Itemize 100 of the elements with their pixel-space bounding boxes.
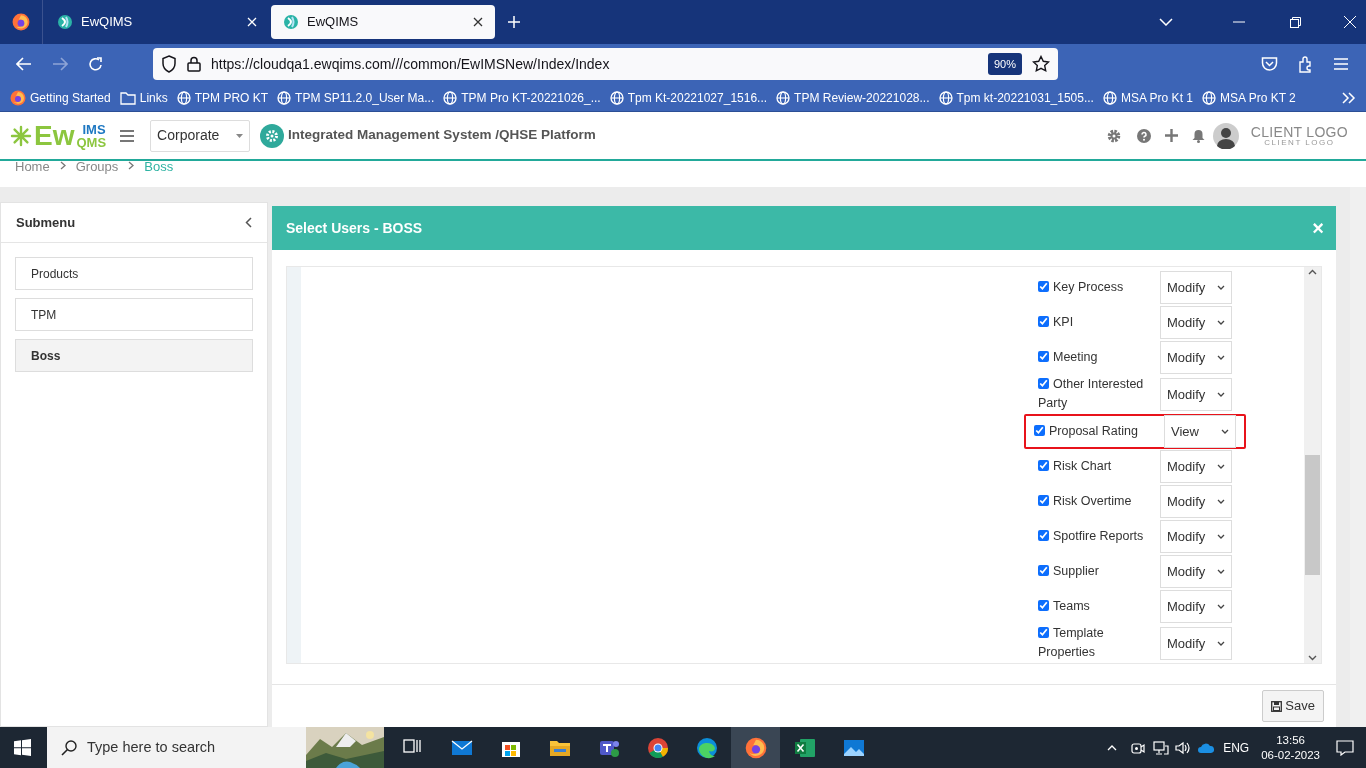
access-select[interactable]: Modify [1160, 626, 1232, 660]
permission-label[interactable]: Spotfire Reports [1038, 526, 1156, 546]
chevron-double-right-icon[interactable] [1342, 91, 1356, 104]
chevron-down-icon [1217, 354, 1225, 360]
bookmark-link[interactable]: TPM Review-20221028... [776, 88, 930, 107]
permission-label[interactable]: Risk Chart [1038, 457, 1156, 477]
bookmark-link[interactable]: Links [119, 88, 168, 107]
scroll-down-icon[interactable] [1308, 655, 1317, 661]
reload-icon[interactable] [88, 56, 103, 72]
bell-icon[interactable] [1191, 128, 1205, 143]
bookmark-link[interactable]: TPM PRO KT [176, 88, 269, 107]
permission-label[interactable]: Teams [1038, 596, 1156, 616]
gear-badge-icon[interactable] [260, 123, 285, 148]
cloud-icon[interactable] [1197, 741, 1216, 754]
chevron-down-icon [1217, 391, 1225, 397]
chevron-down-icon [1217, 319, 1225, 325]
permission-checkbox[interactable] [1034, 425, 1045, 437]
collapse-icon[interactable] [245, 217, 252, 228]
submenu-item[interactable]: TPM [15, 298, 253, 331]
access-select[interactable]: Modify [1160, 377, 1232, 411]
url-text: https://cloudqa1.ewqims.com///common/EwIMSNew/Index/Index [211, 54, 611, 74]
chevron-down-icon [1217, 533, 1225, 539]
permission-label[interactable]: Risk Overtime [1038, 491, 1156, 511]
permission-checkbox[interactable] [1038, 378, 1049, 390]
access-select[interactable]: View [1164, 415, 1236, 449]
star-icon[interactable] [1032, 55, 1050, 73]
firefox-icon[interactable] [12, 13, 30, 31]
access-select[interactable]: Modify [1160, 554, 1232, 588]
access-select[interactable]: Modify [1160, 450, 1232, 484]
settings-icon[interactable] [1106, 128, 1121, 143]
chevron-down-icon [1217, 498, 1225, 504]
access-select[interactable]: Modify [1160, 519, 1232, 553]
permission-checkbox[interactable] [1038, 494, 1049, 506]
bookmark-link[interactable]: MSA Pro Kt 1 [1102, 88, 1193, 107]
bookmark-link[interactable]: TPM Pro KT-20221026_... [443, 88, 601, 107]
meet-icon[interactable] [1131, 740, 1146, 755]
plus-icon[interactable] [1164, 129, 1178, 142]
breadcrumb-link[interactable]: Groups [75, 161, 119, 173]
permission-checkbox[interactable] [1038, 564, 1049, 576]
organization-select[interactable]: Corporate [150, 119, 251, 152]
permission-checkbox[interactable] [1038, 599, 1049, 611]
close-icon[interactable] [473, 17, 483, 27]
floppy-icon [1271, 700, 1283, 712]
access-select[interactable]: Modify [1160, 589, 1232, 623]
taskbar-search[interactable]: Type here to search [47, 727, 384, 768]
bookmark-link[interactable]: MSA Pro KT 2 [1201, 88, 1296, 107]
bookmark-link[interactable]: Tpm Kt-20221027_1516... [609, 88, 768, 107]
volume-icon[interactable] [1175, 740, 1192, 755]
globe-icon [1102, 90, 1117, 105]
breadcrumb-link[interactable]: Home [15, 161, 50, 173]
chevron-down-icon[interactable] [1159, 18, 1173, 26]
windows-start-icon[interactable] [14, 739, 31, 756]
page-scrollbar[interactable] [1350, 187, 1366, 727]
bookmark-link[interactable]: Tpm kt-20221031_1505... [938, 88, 1094, 107]
language-indicator[interactable]: ENG [1223, 738, 1250, 757]
back-icon[interactable] [16, 57, 32, 71]
access-select[interactable]: Modify [1160, 340, 1232, 374]
notification-icon[interactable] [1336, 739, 1354, 756]
access-select[interactable]: Modify [1160, 305, 1232, 339]
restore-icon[interactable] [1290, 16, 1301, 28]
clock-date[interactable]: 06-02-2023 [1261, 747, 1320, 763]
permission-checkbox[interactable] [1038, 627, 1049, 639]
save-button[interactable]: Save [1262, 690, 1324, 722]
access-select[interactable]: Modify [1160, 270, 1232, 304]
globe-icon [609, 90, 624, 105]
permission-label[interactable]: Other Interested Party [1038, 375, 1156, 414]
permission-label[interactable]: Template Properties [1038, 624, 1156, 663]
scroll-up-icon[interactable] [1308, 269, 1317, 275]
permission-checkbox[interactable] [1038, 460, 1049, 472]
permission-label[interactable]: Meeting [1038, 347, 1156, 367]
chevron-down-icon [1221, 429, 1229, 435]
taskbar-app[interactable] [731, 727, 780, 768]
permission-label[interactable]: KPI [1038, 312, 1156, 332]
client-logo-tagline: CLIENT LOGO [1263, 138, 1336, 147]
network-icon[interactable] [1153, 740, 1170, 755]
pocket-icon[interactable] [1261, 56, 1278, 72]
clock-time[interactable]: 13:56 [1276, 732, 1305, 748]
access-select[interactable]: Modify [1160, 484, 1232, 518]
address-bar[interactable]: https://cloudqa1.ewqims.com///common/EwIMSNew/Index/Index 90% [153, 48, 1058, 80]
chevron-up-icon[interactable] [1107, 744, 1118, 751]
permission-checkbox[interactable] [1038, 529, 1049, 541]
edge-icon [695, 736, 718, 759]
bookmark-link[interactable]: Getting Started [10, 88, 111, 107]
puzzle-icon[interactable] [1298, 55, 1314, 73]
help-icon[interactable] [1136, 128, 1151, 143]
permission-label[interactable]: Proposal Rating [1034, 422, 1152, 442]
permission-checkbox[interactable] [1038, 350, 1049, 362]
browser-tab[interactable]: EwQIMS [271, 5, 495, 39]
submenu-item[interactable]: Boss [15, 339, 253, 372]
zoom-badge[interactable]: 90% [987, 52, 1022, 76]
list-scrollbar[interactable] [1304, 267, 1321, 663]
submenu-item[interactable]: Products [15, 257, 253, 290]
menu-icon[interactable] [120, 129, 135, 142]
permission-label[interactable]: Key Process [1038, 277, 1156, 297]
bookmark-link[interactable]: TPM SP11.2.0_User Ma... [277, 88, 435, 107]
permission-checkbox[interactable] [1038, 315, 1049, 327]
avatar-icon[interactable] [1212, 122, 1239, 149]
permission-checkbox[interactable] [1038, 280, 1049, 292]
permission-label[interactable]: Supplier [1038, 561, 1156, 581]
browser-tab[interactable]: EwQIMS [45, 5, 269, 39]
